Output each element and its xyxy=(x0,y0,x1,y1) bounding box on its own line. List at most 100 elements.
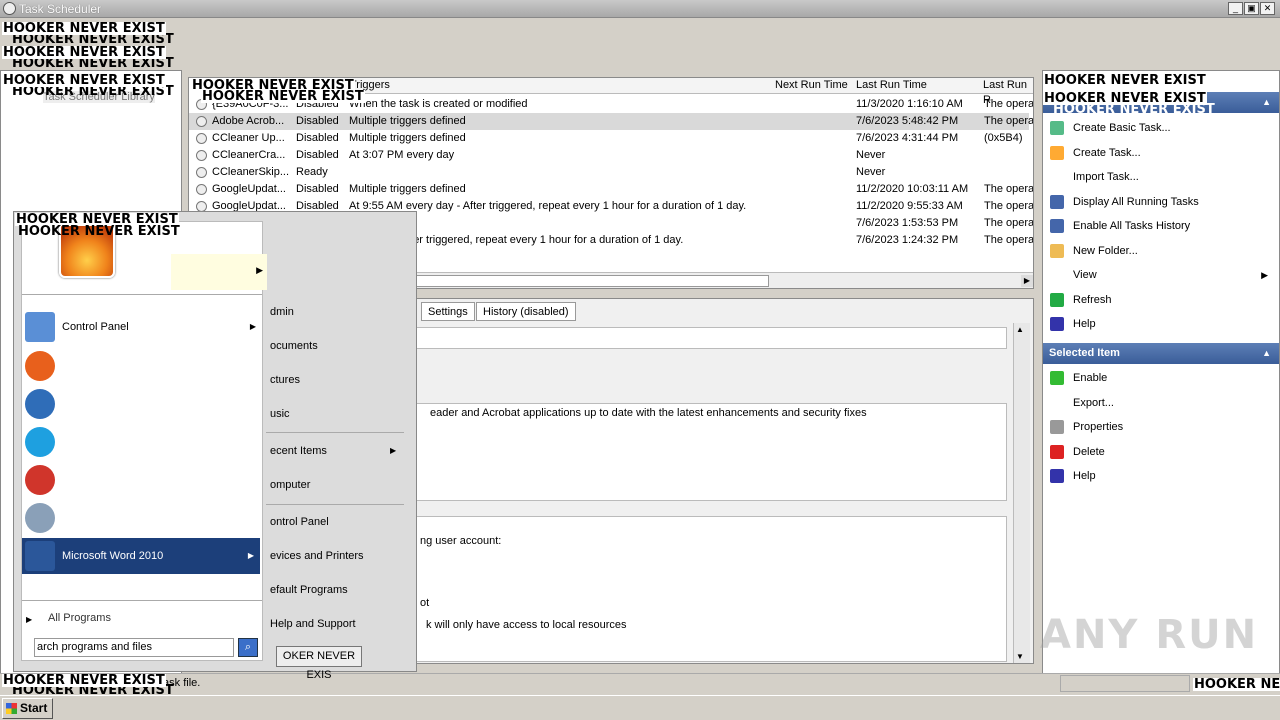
maximize-button[interactable]: ▣ xyxy=(1244,2,1259,15)
action-enable-all-tasks-history[interactable]: Enable All Tasks History xyxy=(1046,214,1274,238)
action-label: Enable xyxy=(1073,372,1108,384)
selected-item-title: Selected Item xyxy=(1049,347,1120,359)
tab-history[interactable]: History (disabled) xyxy=(476,302,576,321)
table-row[interactable]: CCleaner Up... Disabled Multiple triggers … xyxy=(189,130,1029,147)
start-program-item[interactable] xyxy=(22,348,262,384)
firefox-icon xyxy=(25,351,55,381)
minimize-button[interactable]: _ xyxy=(1228,2,1243,15)
selected-action-enable[interactable]: Enable xyxy=(1046,366,1274,390)
cell-status: Ready xyxy=(296,166,328,178)
chevron-right-icon: ▶ xyxy=(390,446,397,455)
start-right-item[interactable]: efault Programs xyxy=(270,580,410,600)
action-label: Enable All Tasks History xyxy=(1073,220,1191,232)
start-right-item[interactable]: ecent Items xyxy=(270,441,410,461)
selected-action-delete[interactable]: Delete xyxy=(1046,440,1274,464)
action-new-folder[interactable]: New Folder... xyxy=(1046,239,1274,263)
cell-triggers: Multiple triggers defined xyxy=(349,115,466,127)
collapse-icon[interactable]: ▲ xyxy=(1262,343,1271,364)
selected-item-header[interactable]: Selected Item ▲ xyxy=(1043,343,1279,364)
start-program-item[interactable] xyxy=(22,462,262,498)
start-program-item[interactable]: Microsoft Word 2010 ▶ xyxy=(22,538,260,574)
action-create-basic-task[interactable]: Create Basic Task... xyxy=(1046,116,1274,140)
column-last-run[interactable]: Last Run Time xyxy=(850,78,978,94)
action-icon xyxy=(1050,145,1064,160)
cell-name: CCleanerCra... xyxy=(212,149,286,161)
start-program-item[interactable]: Control Panel ▶ xyxy=(22,309,262,345)
scroll-right-arrow[interactable]: ▶ xyxy=(1021,275,1033,287)
column-next-run[interactable]: Next Run Time xyxy=(769,78,851,94)
tab-settings[interactable]: Settings xyxy=(421,302,475,321)
action-icon xyxy=(1050,243,1064,258)
start-right-item[interactable]: Help and Support xyxy=(270,614,410,634)
chevron-right-icon: ▶ xyxy=(249,322,256,331)
cell-name: CCleanerSkip... xyxy=(212,166,290,178)
start-button[interactable]: Start xyxy=(2,698,53,719)
table-row[interactable]: Adobe Acrob... Disabled Multiple triggers … xyxy=(189,113,1033,130)
action-label: Create Basic Task... xyxy=(1073,122,1171,134)
action-label: Create Task... xyxy=(1073,146,1141,159)
start-right-item[interactable]: ocuments xyxy=(270,336,410,356)
name-field xyxy=(409,327,1007,349)
column-triggers[interactable]: Triggers xyxy=(344,78,770,94)
search-icon[interactable]: ⌕ xyxy=(238,638,258,657)
action-icon xyxy=(1050,194,1064,209)
cell-last: 7/6/2023 5:48:42 PM xyxy=(856,115,959,127)
action-import-task[interactable]: Import Task... xyxy=(1046,165,1274,189)
start-program-label: Microsoft Word 2010 xyxy=(62,550,164,562)
start-program-label: Control Panel xyxy=(62,321,129,333)
collapse-icon[interactable]: ▲ xyxy=(1262,92,1271,113)
task-scheduler-icon xyxy=(3,2,16,15)
selected-action-help[interactable]: Help xyxy=(1046,464,1274,488)
search-input[interactable]: arch programs and files xyxy=(34,638,234,657)
cell-last: 11/2/2020 9:55:33 AM xyxy=(856,200,963,212)
action-label: Delete xyxy=(1073,445,1105,458)
start-program-item[interactable] xyxy=(22,500,262,536)
vertical-scrollbar[interactable]: ▲ ▼ xyxy=(1013,323,1030,663)
action-refresh[interactable]: Refresh xyxy=(1046,288,1274,312)
cell-triggers: Multiple triggers defined xyxy=(349,183,466,195)
table-row[interactable]: GoogleUpdat... Disabled Multiple triggers … xyxy=(189,181,1033,198)
selected-action-export[interactable]: Export... xyxy=(1046,391,1274,415)
start-right-item[interactable]: usic xyxy=(270,404,410,424)
action-label: Help xyxy=(1073,470,1096,482)
all-programs-link[interactable]: All Programs xyxy=(48,612,254,624)
overlay-text: HOOKER NEVER EXIST xyxy=(2,21,166,36)
window-title: Task Scheduler xyxy=(19,2,102,16)
start-right-item[interactable]: omputer xyxy=(270,475,410,495)
start-menu-programs: ▶ Control Panel ▶ Microsoft Word 2010 ▶ All… xyxy=(21,221,267,661)
cell-result: (0x5B4) xyxy=(984,132,1023,144)
security-line-3: k will only have access to local resourc… xyxy=(426,619,627,631)
cell-status: Disabled xyxy=(296,132,339,144)
word-icon xyxy=(25,541,55,571)
start-right-item[interactable]: ontrol Panel xyxy=(270,512,410,532)
start-right-item[interactable]: ctures xyxy=(270,370,410,390)
action-display-all-running-tasks[interactable]: Display All Running Tasks xyxy=(1046,190,1274,214)
start-program-item[interactable] xyxy=(22,386,262,422)
scroll-up-arrow[interactable]: ▲ xyxy=(1016,325,1024,334)
action-label: View xyxy=(1073,269,1097,281)
action-view[interactable]: View ▶ xyxy=(1046,263,1274,287)
task-clock-icon xyxy=(196,184,207,195)
scroll-down-arrow[interactable]: ▼ xyxy=(1016,652,1024,661)
start-program-item[interactable] xyxy=(22,424,262,460)
cell-status: Disabled xyxy=(296,115,339,127)
task-clock-icon xyxy=(196,167,207,178)
cell-last: 11/3/2020 1:16:10 AM xyxy=(856,98,963,110)
action-help[interactable]: Help xyxy=(1046,312,1274,336)
start-right-item[interactable]: evices and Printers xyxy=(270,546,410,566)
action-label: Refresh xyxy=(1073,293,1112,306)
shutdown-button[interactable]: OKER NEVER EXIS xyxy=(276,646,362,681)
pinned-highlight[interactable]: ▶ xyxy=(171,254,267,290)
table-row[interactable]: CCleanerCra... Disabled At 3:07 PM every d… xyxy=(189,147,1029,164)
action-label: Display All Running Tasks xyxy=(1073,195,1199,208)
table-row[interactable]: CCleanerSkip... Ready Never xyxy=(189,164,1029,181)
watermark: ANY RUN xyxy=(1040,612,1259,658)
action-create-task[interactable]: Create Task... xyxy=(1046,141,1274,165)
action-icon xyxy=(1050,317,1064,331)
column-last-result[interactable]: Last Run R xyxy=(977,78,1033,106)
selected-action-properties[interactable]: Properties xyxy=(1046,415,1274,439)
cell-result: The opera xyxy=(984,183,1034,195)
start-right-item[interactable]: dmin xyxy=(270,302,410,322)
chevron-right-icon: ▶ xyxy=(256,265,263,275)
close-button[interactable]: ✕ xyxy=(1260,2,1275,15)
